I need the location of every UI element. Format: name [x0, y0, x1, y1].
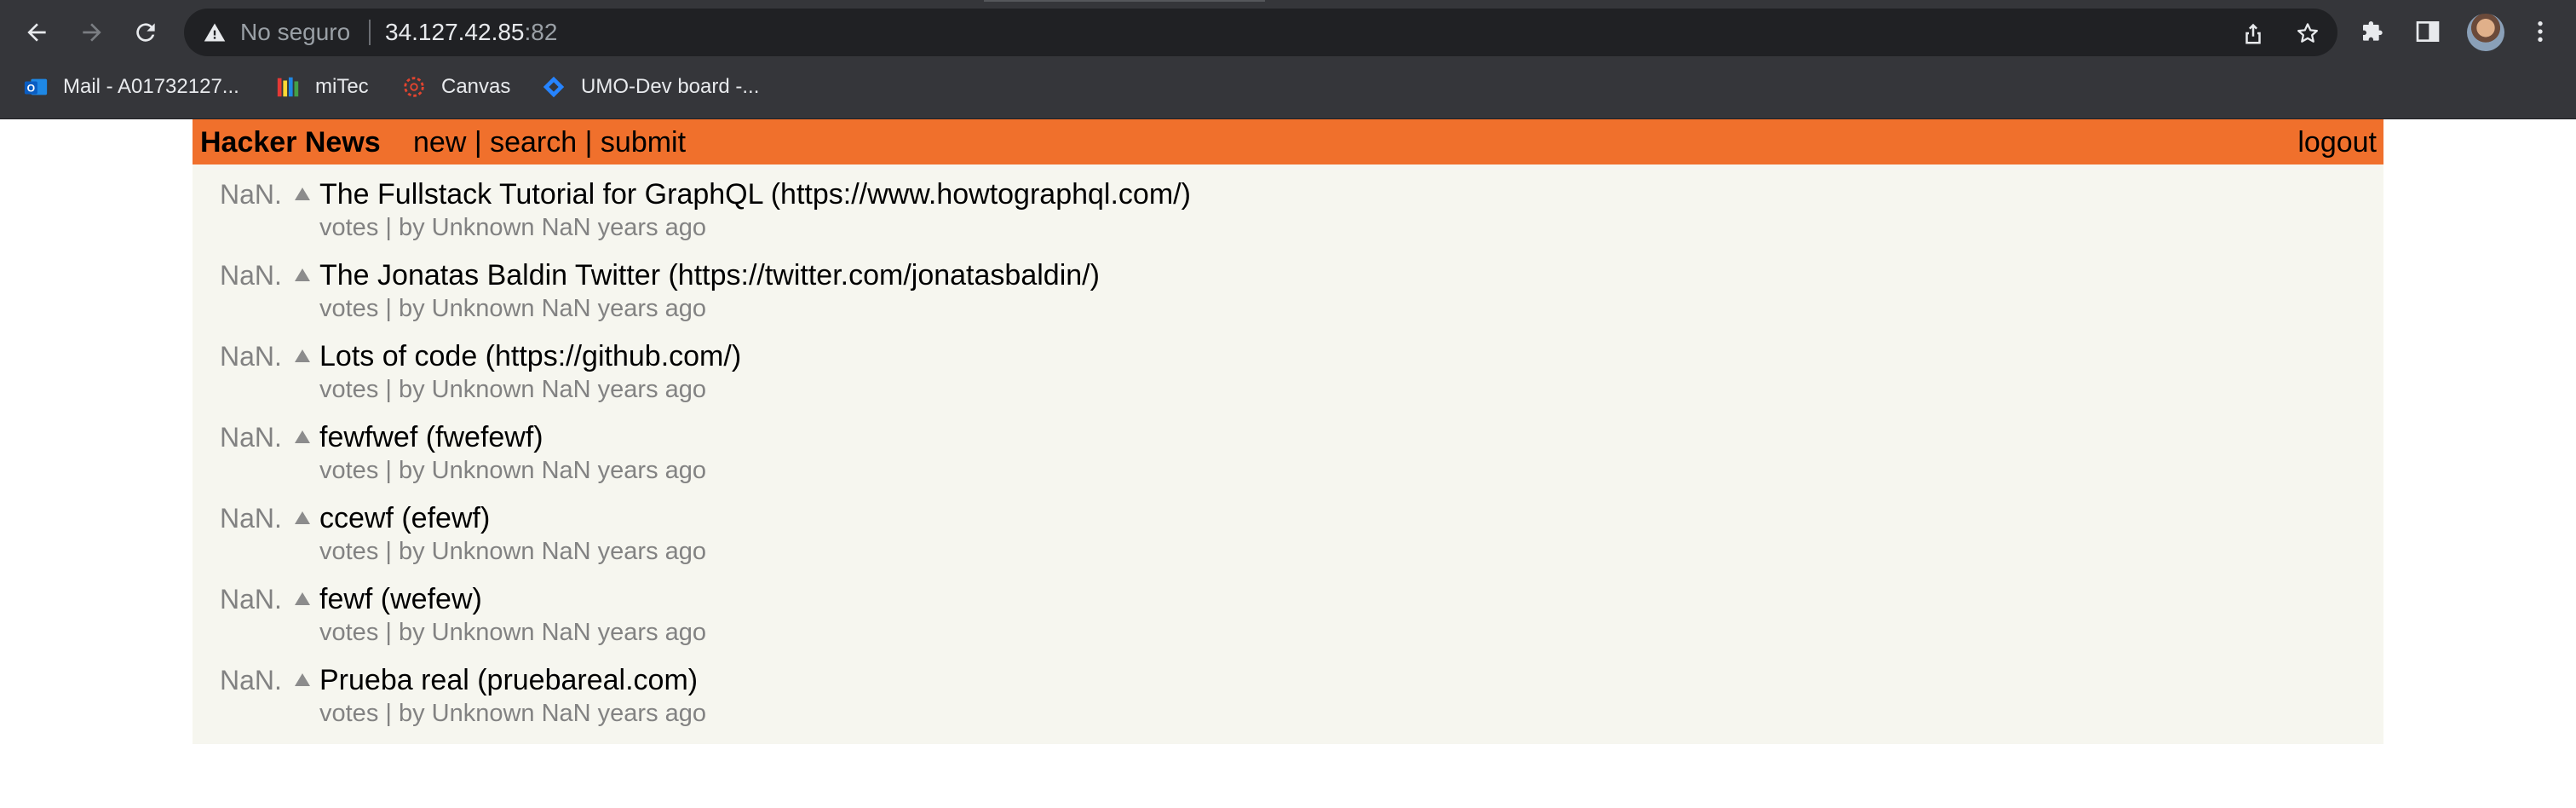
story-rank: NaN. [220, 179, 282, 210]
story-meta: votes | by Unknown NaN years ago [319, 538, 707, 565]
browser-toolbar: No seguro 34.127.42.85:82 [0, 0, 2576, 65]
story-title-link[interactable]: Lots of code (https://github.com/) [319, 339, 741, 373]
nav-separator: | [466, 126, 491, 159]
story-rank: NaN. [220, 503, 282, 534]
extensions-button[interactable] [2358, 16, 2389, 47]
story-title-link[interactable]: fewfwef (fwefewf) [319, 420, 543, 454]
story-row: NaN. Lots of code (https://github.com/) … [193, 326, 2383, 407]
forward-button[interactable] [73, 14, 111, 51]
side-panel-icon [2416, 21, 2440, 42]
puzzle-icon [2363, 21, 2383, 41]
upvote-arrow-icon[interactable] [295, 188, 310, 200]
bookmark-label: Canvas [441, 75, 511, 98]
bookmark-label: UMO-Dev board -... [581, 75, 760, 98]
warning-triangle-icon [204, 23, 226, 42]
bookmark-label: miTec [315, 75, 369, 98]
share-icon[interactable] [2240, 20, 2266, 46]
story-rank: NaN. [220, 584, 282, 615]
story-title-link[interactable]: fewf (wefew) [319, 582, 482, 616]
story-title-link[interactable]: ccewf (efewf) [319, 501, 490, 535]
nav-separator: | [577, 126, 601, 159]
reload-icon [136, 23, 155, 42]
story-meta: votes | by Unknown NaN years ago [319, 295, 707, 322]
url-text[interactable]: 34.127.42.85:82 [385, 16, 557, 49]
nav-search-link[interactable]: search [490, 126, 577, 159]
upvote-arrow-icon[interactable] [295, 592, 310, 605]
upvote-arrow-icon[interactable] [295, 673, 310, 686]
upvote-arrow-icon[interactable] [295, 430, 310, 443]
story-title-link[interactable]: The Fullstack Tutorial for GraphQL (http… [319, 177, 1191, 211]
header-links: new | search | submit [413, 126, 686, 159]
back-button[interactable] [18, 14, 55, 51]
security-label[interactable]: No seguro [240, 16, 350, 49]
bookmark-umo-dev[interactable]: UMO-Dev board -... [540, 70, 759, 104]
url-port: :82 [524, 19, 558, 45]
story-row: NaN. The Fullstack Tutorial for GraphQL … [193, 164, 2383, 245]
upvote-arrow-icon[interactable] [295, 511, 310, 524]
hn-container: Hacker News new | search | submit logout… [193, 119, 2383, 744]
jira-icon [540, 73, 567, 101]
profile-avatar[interactable] [2467, 14, 2504, 51]
story-meta: votes | by Unknown NaN years ago [319, 214, 707, 241]
logout-link[interactable]: logout [2297, 126, 2377, 159]
story-meta: votes | by Unknown NaN years ago [319, 619, 707, 646]
story-meta: votes | by Unknown NaN years ago [319, 700, 707, 727]
url-host: 34.127.42.85 [385, 19, 525, 45]
bookmark-mitec[interactable]: miTec [274, 70, 369, 104]
books-icon [274, 73, 302, 101]
story-rank: NaN. [220, 422, 282, 453]
story-rank: NaN. [220, 341, 282, 372]
story-row: NaN. The Jonatas Baldin Twitter (https:/… [193, 245, 2383, 326]
reload-button[interactable] [127, 14, 164, 51]
story-row: NaN. fewf (wefew) votes | by Unknown NaN… [193, 569, 2383, 650]
story-meta: votes | by Unknown NaN years ago [319, 457, 707, 484]
brand-link[interactable]: Hacker News [200, 126, 381, 159]
arrow-left-icon [27, 23, 46, 42]
kebab-menu-icon [2538, 21, 2543, 42]
canvas-icon [400, 73, 428, 101]
story-rank: NaN. [220, 665, 282, 695]
svg-text:O: O [27, 83, 35, 95]
story-rank: NaN. [220, 260, 282, 291]
bookmark-mail[interactable]: O Mail - A01732127... [22, 70, 239, 104]
nav-submit-link[interactable]: submit [601, 126, 686, 159]
nav-new-link[interactable]: new [413, 126, 466, 159]
side-panel-button[interactable] [2412, 16, 2443, 47]
story-row: NaN. fewfwef (fwefewf) votes | by Unknow… [193, 407, 2383, 488]
hn-header: Hacker News new | search | submit logout [193, 119, 2383, 164]
bookmarks-bar: O Mail - A01732127... miTec Canvas UMO-D… [0, 66, 2576, 106]
story-row: NaN. Prueba real (pruebareal.com) votes … [193, 650, 2383, 731]
upvote-arrow-icon[interactable] [295, 349, 310, 362]
story-title-link[interactable]: Prueba real (pruebareal.com) [319, 663, 698, 697]
outlook-icon: O [22, 73, 49, 101]
bookmark-label: Mail - A01732127... [63, 75, 239, 98]
story-title-link[interactable]: The Jonatas Baldin Twitter (https://twit… [319, 258, 1100, 292]
story-row: NaN. ccewf (efewf) votes | by Unknown Na… [193, 488, 2383, 569]
story-meta: votes | by Unknown NaN years ago [319, 376, 707, 403]
arrow-right-icon [83, 23, 101, 42]
address-separator [369, 20, 371, 45]
bookmark-canvas[interactable]: Canvas [400, 70, 510, 104]
browser-chrome: No seguro 34.127.42.85:82 O Mail - A0173… [0, 0, 2576, 119]
upvote-arrow-icon[interactable] [295, 268, 310, 281]
address-bar[interactable]: No seguro 34.127.42.85:82 [184, 9, 2337, 56]
star-icon[interactable] [2295, 20, 2320, 46]
browser-menu-button[interactable] [2525, 16, 2556, 47]
